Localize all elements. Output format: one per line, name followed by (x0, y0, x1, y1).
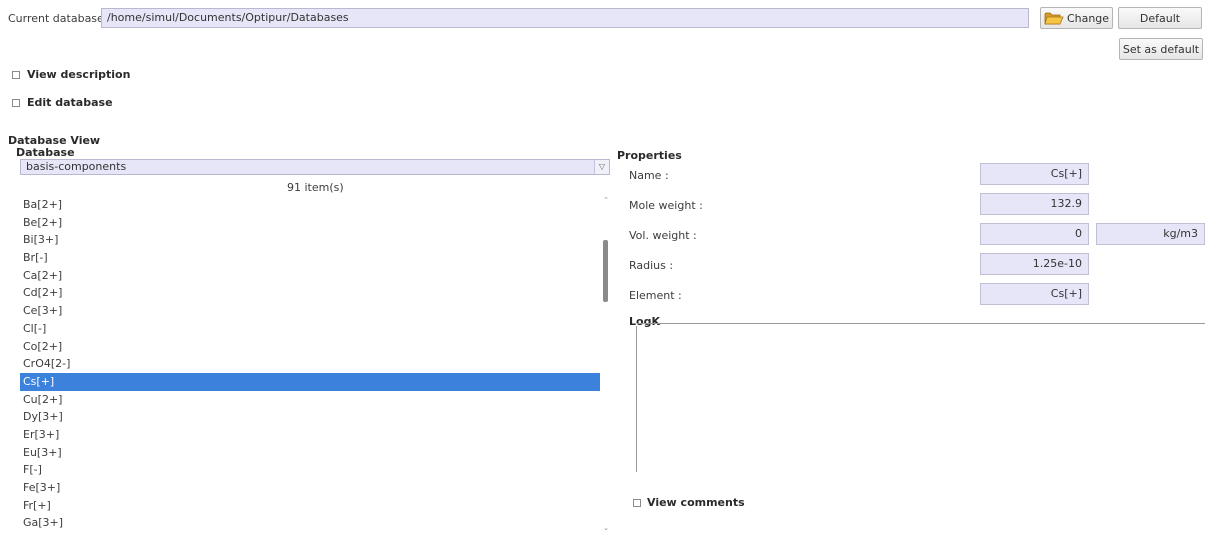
list-item[interactable]: Ca[2+] (20, 267, 600, 285)
properties-title: Properties (617, 149, 682, 162)
list-item[interactable]: Er[3+] (20, 426, 600, 444)
current-database-path-field[interactable]: /home/simul/Documents/Optipur/Databases (101, 8, 1029, 28)
element-label: Element : (629, 289, 682, 302)
database-select[interactable]: basis-components ▽ (20, 159, 610, 175)
logk-label: LogK (629, 315, 660, 328)
logk-frame-left (636, 326, 637, 472)
scroll-down-icon[interactable]: ⌄ (600, 524, 612, 532)
mole-weight-field[interactable]: 132.9 (980, 193, 1089, 215)
scroll-up-icon[interactable]: ⌃ (600, 196, 612, 204)
list-item[interactable]: Be[2+] (20, 214, 600, 232)
vol-weight-field[interactable]: 0 (980, 223, 1089, 245)
list-item[interactable]: Cs[+] (20, 372, 600, 391)
radius-field[interactable]: 1.25e-10 (980, 253, 1089, 275)
list-scroll-thumb[interactable] (603, 240, 608, 302)
list-item[interactable]: Bi[3+] (20, 231, 600, 249)
database-select-value: basis-components (26, 160, 127, 173)
vol-weight-unit-field[interactable]: kg/m3 (1096, 223, 1205, 245)
edit-database-label: Edit database (27, 96, 113, 109)
set-as-default-button[interactable]: Set as default (1119, 38, 1203, 60)
chevron-down-icon[interactable]: ▽ (594, 160, 609, 174)
view-comments-checkbox[interactable] (633, 499, 641, 507)
list-item[interactable]: Fe[3+] (20, 479, 600, 497)
list-item[interactable]: Fr[+] (20, 497, 600, 515)
list-item[interactable]: Ce[3+] (20, 302, 600, 320)
view-description-label: View description (27, 68, 131, 81)
logk-frame-top (637, 323, 1205, 324)
list-item[interactable]: Co[2+] (20, 338, 600, 356)
list-item[interactable]: CrO4[2-] (20, 355, 600, 373)
item-count: 91 item(s) (287, 181, 344, 194)
view-description-checkbox[interactable] (12, 71, 20, 79)
default-button[interactable]: Default (1118, 7, 1202, 29)
list-item[interactable]: Ga[3+] (20, 514, 600, 532)
mole-weight-label: Mole weight : (629, 199, 703, 212)
list-item[interactable]: Br[-] (20, 249, 600, 267)
radius-label: Radius : (629, 259, 674, 272)
list-item[interactable]: Eu[3+] (20, 444, 600, 462)
default-button-label: Default (1139, 11, 1181, 25)
component-list[interactable]: Ba[2+] Be[2+] Bi[3+] Br[-] Ca[2+] Cd[2+] Ce[3+… (20, 196, 600, 532)
vol-weight-label: Vol. weight : (629, 229, 697, 242)
name-field[interactable]: Cs[+] (980, 163, 1089, 185)
name-label: Name : (629, 169, 669, 182)
folder-open-icon (1044, 11, 1064, 25)
view-comments-label: View comments (647, 496, 745, 509)
database-group-label: Database (16, 146, 75, 159)
current-database-label: Current database (8, 12, 104, 25)
change-button-label: Change (1066, 11, 1110, 25)
element-field[interactable]: Cs[+] (980, 283, 1089, 305)
set-as-default-label: Set as default (1122, 42, 1200, 56)
list-item[interactable]: Dy[3+] (20, 408, 600, 426)
edit-database-checkbox[interactable] (12, 99, 20, 107)
change-database-button[interactable]: Change (1040, 7, 1113, 29)
list-item[interactable]: Cu[2+] (20, 391, 600, 409)
list-item[interactable]: Ba[2+] (20, 196, 600, 214)
list-item[interactable]: Cd[2+] (20, 284, 600, 302)
list-item[interactable]: Cl[-] (20, 320, 600, 338)
list-item[interactable]: F[-] (20, 461, 600, 479)
